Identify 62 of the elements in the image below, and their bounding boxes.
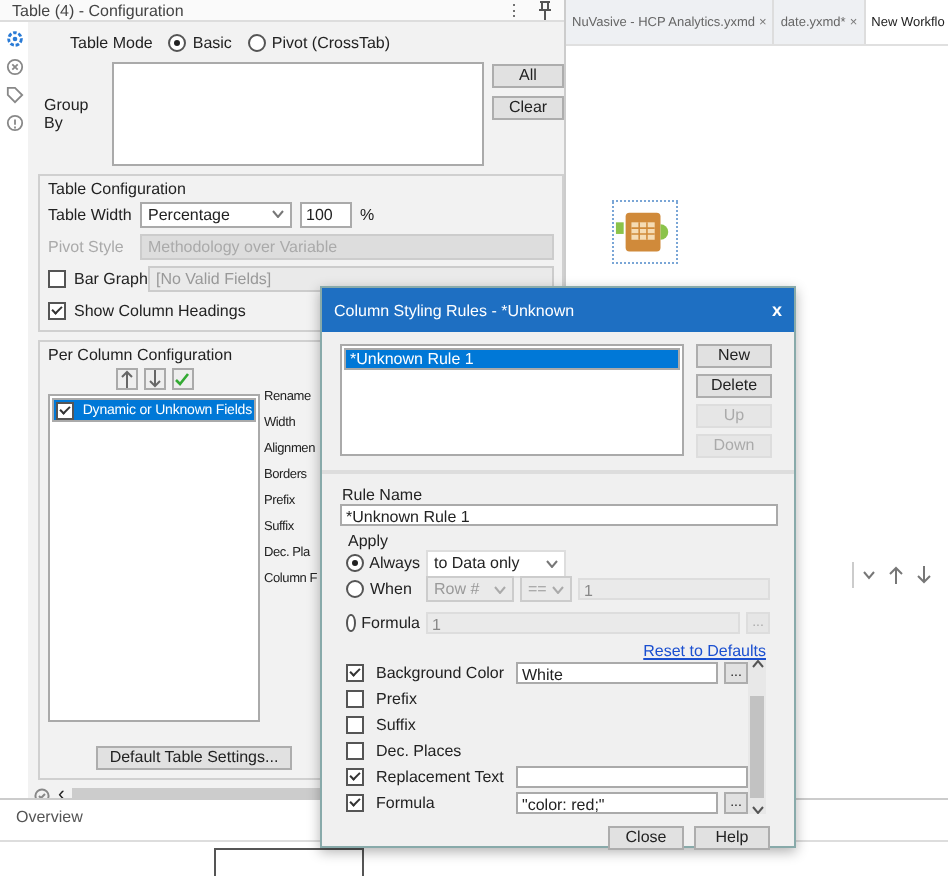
- field-label: Pivot Style: [48, 237, 126, 255]
- checkbox-option[interactable]: Prefix: [346, 689, 417, 707]
- move-up-button[interactable]: [115, 368, 137, 390]
- checkbox-option[interactable]: Dec. Places: [346, 741, 462, 759]
- circle-x-icon[interactable]: [5, 58, 23, 76]
- field-label: Rule Name: [340, 486, 425, 504]
- radio-option[interactable]: Always: [346, 554, 420, 572]
- radio-option[interactable]: Basic: [168, 33, 232, 51]
- group-title: Per Column Configuration: [48, 346, 233, 364]
- group-by-list[interactable]: [112, 62, 484, 166]
- settings-icon[interactable]: [5, 30, 23, 48]
- dialog-button[interactable]: Help: [694, 826, 770, 850]
- property-value-field[interactable]: White: [516, 661, 718, 683]
- dialog-title: Column Styling Rules - *Unknown: [334, 301, 575, 319]
- checkbox-option[interactable]: Formula: [346, 793, 435, 811]
- group-title: Apply: [346, 532, 391, 550]
- scroll-up-icon[interactable]: [751, 660, 763, 668]
- move-down-button[interactable]: [143, 368, 165, 390]
- field-label: Table Mode: [70, 33, 153, 51]
- unit-label: %: [360, 205, 375, 223]
- window-close-button[interactable]: x: [771, 300, 782, 320]
- checkbox-option[interactable]: Suffix: [346, 715, 416, 733]
- radio-option[interactable]: When: [346, 580, 420, 598]
- scrollbar[interactable]: [748, 660, 766, 814]
- caret-icon: [272, 210, 284, 218]
- rule-button[interactable]: Delete: [696, 374, 772, 398]
- rule-button[interactable]: New: [696, 344, 772, 368]
- check-button[interactable]: [171, 368, 193, 390]
- reset-link[interactable]: Reset to Defaults: [643, 642, 766, 660]
- rule-name-field[interactable]: *Unknown Rule 1: [340, 504, 778, 526]
- group-title: Table Configuration: [48, 180, 186, 198]
- caret-icon: [546, 559, 558, 567]
- rule-list-item[interactable]: *Unknown Rule 1: [344, 348, 680, 370]
- dialog-button[interactable]: Close: [608, 826, 684, 850]
- checkbox-option[interactable]: Show Column Headings: [48, 301, 246, 319]
- field-label: Table Width: [48, 205, 132, 223]
- arrow-up-icon[interactable]: [888, 566, 904, 584]
- checkbox-option[interactable]: Background Color: [346, 663, 505, 681]
- property-value-field[interactable]: "color: red;": [516, 791, 718, 813]
- table-tool-node[interactable]: [612, 200, 678, 264]
- scope-dropdown[interactable]: to Data only: [426, 549, 566, 577]
- pin-icon[interactable]: [538, 0, 552, 20]
- action-button[interactable]: Clear: [492, 96, 564, 120]
- action-button[interactable]: All: [492, 64, 564, 88]
- scroll-down-icon[interactable]: [751, 806, 763, 814]
- panel-title: Overview: [14, 806, 85, 830]
- caret-icon[interactable]: [862, 570, 876, 580]
- radio-option[interactable]: Formula: [346, 614, 420, 632]
- menu-icon[interactable]: ⋮: [506, 1, 522, 19]
- field-label: Group By: [44, 96, 91, 132]
- default-settings-button[interactable]: Default Table Settings...: [96, 746, 292, 770]
- rule-list[interactable]: *Unknown Rule 1: [340, 344, 684, 456]
- radio-option[interactable]: Pivot (CrossTab): [247, 33, 391, 51]
- property-value-field[interactable]: [516, 765, 748, 787]
- tag-icon[interactable]: [5, 86, 23, 104]
- number-spinner[interactable]: 100: [300, 201, 352, 227]
- caret-icon: [552, 585, 564, 593]
- checkbox-option[interactable]: Replacement Text: [346, 767, 504, 785]
- width-dropdown[interactable]: Percentage: [140, 201, 292, 227]
- arrow-down-icon[interactable]: [916, 566, 932, 584]
- caret-icon: [494, 585, 506, 593]
- panel-title: Table (4) - Configuration: [12, 1, 186, 19]
